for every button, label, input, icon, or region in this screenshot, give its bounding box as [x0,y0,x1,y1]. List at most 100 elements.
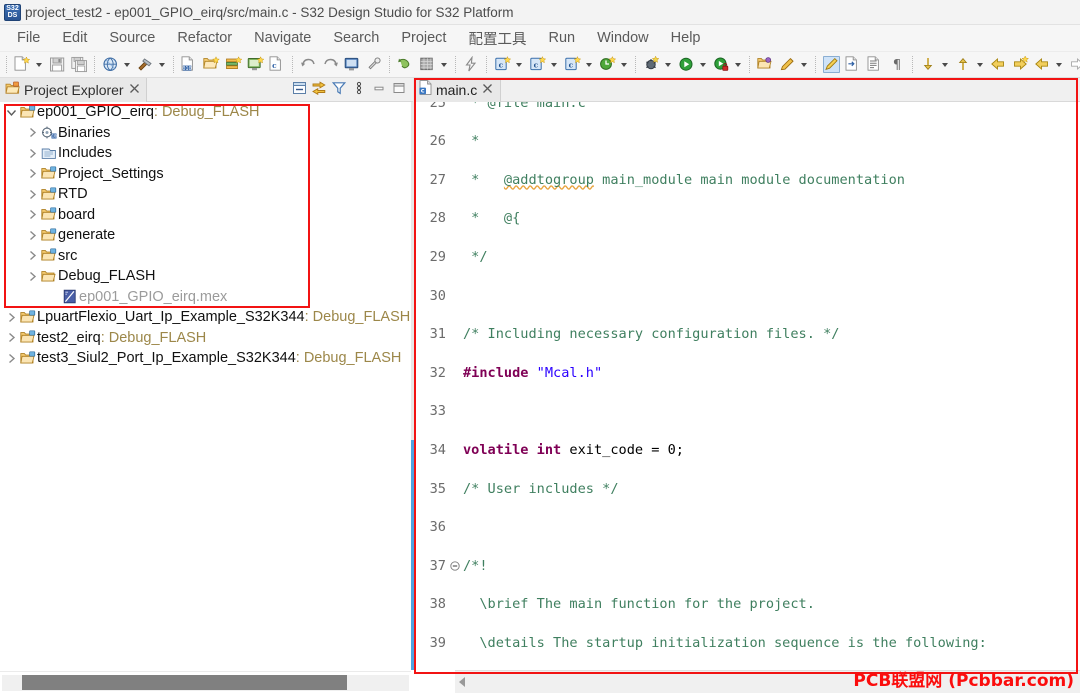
chevron-right-icon[interactable] [4,307,19,327]
pen-edit-icon[interactable] [777,55,797,75]
next-annotation-dropdown-arrow-icon[interactable] [939,55,950,75]
minimize-icon[interactable] [371,80,387,96]
new-cpp-project-icon[interactable]: c [527,55,547,75]
chevron-right-icon[interactable] [25,266,40,286]
tab-project-explorer[interactable]: Project Explorer [0,78,147,102]
chevron-right-icon[interactable] [25,184,40,204]
debug-restore-icon[interactable] [395,55,415,75]
new-c-class-dropdown-arrow-icon[interactable] [583,55,594,75]
menu-project[interactable]: Project [390,28,457,48]
scroll-left-arrow-icon[interactable] [455,675,469,689]
tab-main-c[interactable]: c main.c [413,78,502,102]
menu-window[interactable]: Window [586,28,660,48]
back-nav-icon[interactable] [1032,55,1052,75]
menu-run[interactable]: Run [537,28,586,48]
maximize-icon[interactable] [391,80,407,96]
explorer-scroll-thumb[interactable] [22,675,347,690]
save-icon[interactable] [47,55,67,75]
forward-nav-icon[interactable] [1067,55,1080,75]
run-dropdown-arrow-icon[interactable] [697,55,708,75]
undo-arrow-icon[interactable] [298,55,318,75]
new-window-icon[interactable] [245,55,265,75]
menu-file[interactable]: File [6,28,51,48]
tree-item-lpuartflexio-uart-ip-example-s32k344[interactable]: LpuartFlexio_Uart_Ip_Example_S32K344: De… [0,307,411,328]
new-project-icon[interactable] [201,55,221,75]
chevron-right-icon[interactable] [25,143,40,163]
code-line[interactable]: 38 \brief The main function for the proj… [411,595,1080,614]
source-code-lines[interactable]: 25 * @file main.c 26 * 27 * @addtogroup ma… [411,102,1080,670]
new-generate-dropdown-arrow-icon[interactable] [618,55,629,75]
close-icon[interactable] [129,83,140,97]
chevron-right-icon[interactable] [25,164,40,184]
chevron-right-icon[interactable] [4,328,19,348]
new-c-project-icon[interactable]: c [492,55,512,75]
chevron-down-icon[interactable] [4,102,19,122]
build-hammer-dropdown-arrow-icon[interactable] [156,55,167,75]
chevron-right-icon[interactable] [4,348,19,368]
code-line[interactable]: 29 */ [411,247,1080,266]
link-with-editor-icon[interactable] [311,80,327,96]
explorer-horizontal-scrollbar[interactable] [0,671,411,693]
tree-item-includes[interactable]: Includes [0,143,411,164]
export-page-icon[interactable] [843,55,863,75]
forward-yellow-icon[interactable] [1010,55,1030,75]
menu-navigate[interactable]: Navigate [243,28,322,48]
code-line[interactable]: 37 /*! [411,556,1080,575]
new-layers-icon[interactable] [223,55,243,75]
menu-refactor[interactable]: Refactor [166,28,243,48]
fold-collapse-icon[interactable] [449,561,460,571]
code-line[interactable]: 27 * @addtogroup main_module main module… [411,170,1080,189]
save-all-icon[interactable] [69,55,89,75]
code-line[interactable]: 31 /* Including necessary configuration f… [411,325,1080,344]
pilcrow-icon[interactable]: ¶ [887,55,907,75]
run-secure-icon[interactable] [711,55,731,75]
menu-config-tools[interactable]: 配置工具 [457,26,537,51]
code-line[interactable]: 36 [411,518,1080,537]
code-line[interactable]: 30 [411,286,1080,305]
project-tree[interactable]: ep001_GPIO_eirq: Debug_FLASH 10 Binaries In… [0,102,411,671]
tree-item-test2-eirq[interactable]: test2_eirq: Debug_FLASH [0,328,411,349]
tree-item-debug-flash[interactable]: Debug_FLASH [0,266,411,287]
tree-item-rtd[interactable]: RTD [0,184,411,205]
chevron-right-icon[interactable] [25,123,40,143]
new-generate-icon[interactable] [597,55,617,75]
pen-edit-dropdown-arrow-icon[interactable] [798,55,809,75]
open-folder-icon[interactable] [755,55,775,75]
tree-item-project-settings[interactable]: Project_Settings [0,164,411,185]
clean-icon[interactable] [364,55,384,75]
code-line[interactable]: 34 volatile int exit_code = 0; [411,440,1080,459]
next-annotation-icon[interactable] [918,55,938,75]
code-line[interactable]: 35 /* User includes */ [411,479,1080,498]
new-cpp-project-dropdown-arrow-icon[interactable] [548,55,559,75]
code-line[interactable]: 26 * [411,132,1080,151]
tree-item-test3-siul2-port-ip-example-s32k344[interactable]: test3_Siul2_Port_Ip_Example_S32K344: Deb… [0,348,411,369]
close-icon[interactable] [482,83,493,97]
code-line[interactable]: 32 #include "Mcal.h" [411,363,1080,382]
new-file-dropdown-arrow-icon[interactable] [33,55,44,75]
run-icon[interactable] [676,55,696,75]
prev-annotation-icon[interactable] [953,55,973,75]
build-globe-dropdown-arrow-icon[interactable] [121,55,132,75]
code-line[interactable]: 39 \details The startup initialization s… [411,633,1080,652]
new-c-class-icon[interactable]: c [562,55,582,75]
code-line[interactable]: 25 * @file main.c [411,102,1080,112]
redo-arrow-icon[interactable] [320,55,340,75]
tree-item-generate[interactable]: generate [0,225,411,246]
prev-annotation-dropdown-arrow-icon[interactable] [974,55,985,75]
memory-grid-icon[interactable] [417,55,437,75]
memory-grid-dropdown-arrow-icon[interactable] [438,55,449,75]
build-hammer-icon[interactable] [135,55,155,75]
run-secure-dropdown-arrow-icon[interactable] [732,55,743,75]
debug-bug-icon[interactable] [641,55,661,75]
new-c-file-icon[interactable]: c [267,55,287,75]
chevron-right-icon[interactable] [25,205,40,225]
back-yellow-icon[interactable] [988,55,1008,75]
menu-edit[interactable]: Edit [51,28,98,48]
collapse-all-icon[interactable] [291,80,307,96]
console-icon[interactable] [342,55,362,75]
view-menu-icon[interactable] [351,80,367,96]
back-nav-dropdown-arrow-icon[interactable] [1053,55,1064,75]
new-c-project-dropdown-arrow-icon[interactable] [513,55,524,75]
build-globe-icon[interactable] [100,55,120,75]
code-text-area[interactable]: 25 * @file main.c 26 * 27 * @addtogroup ma… [411,102,1080,670]
